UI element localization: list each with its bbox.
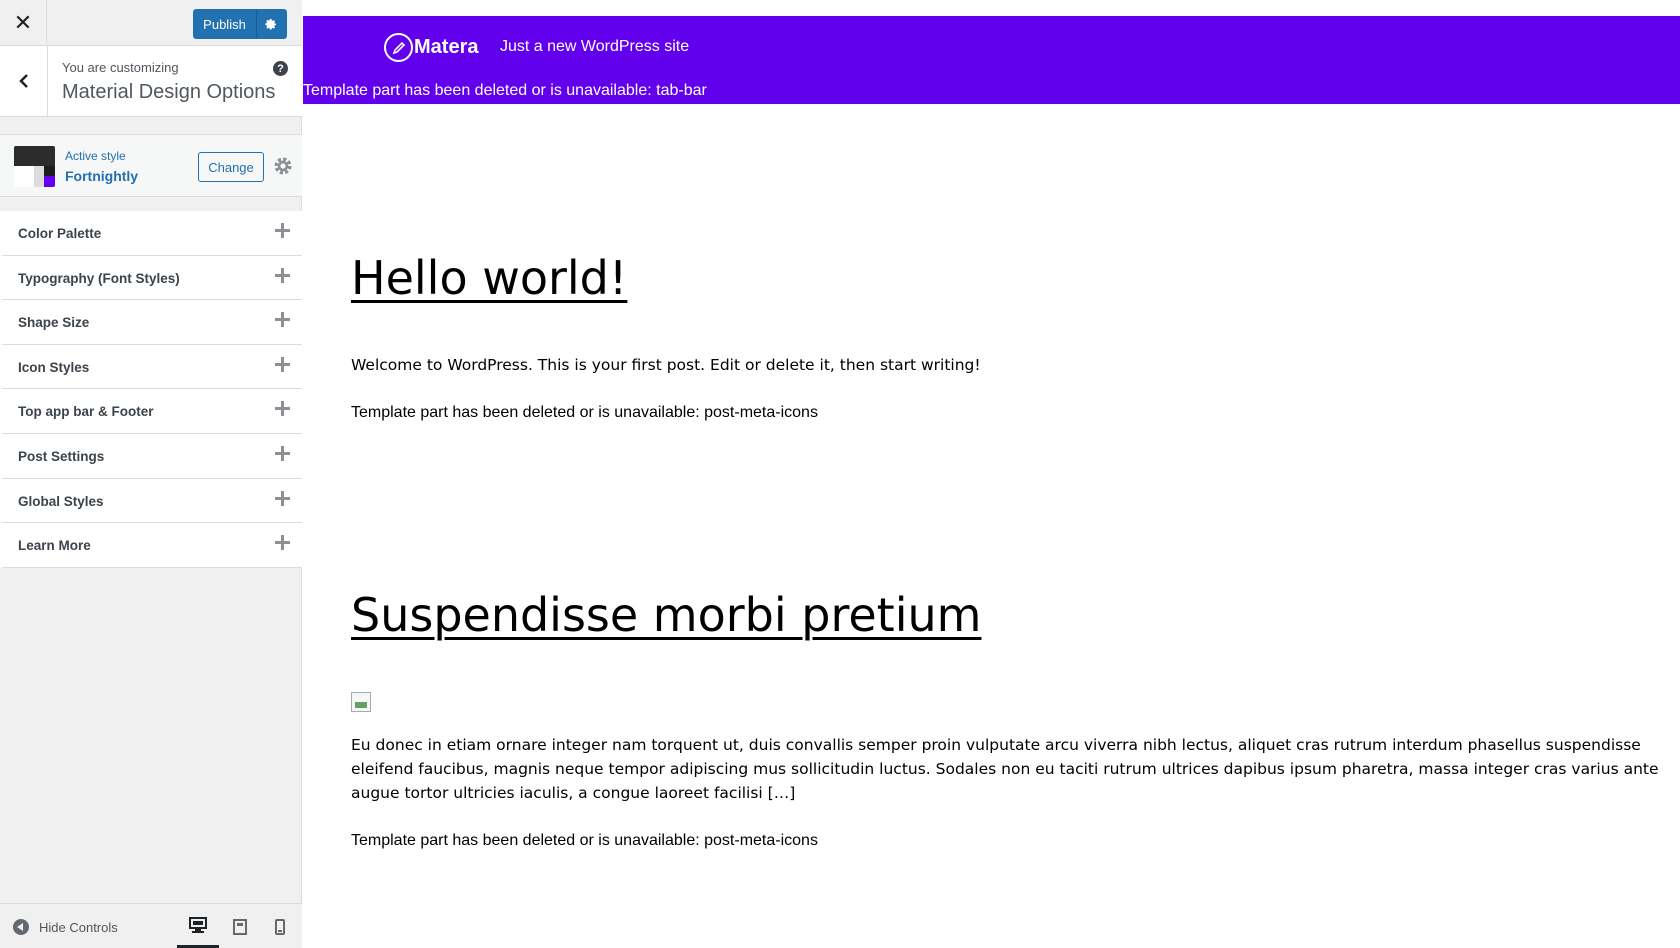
site-preview: Matera Just a new WordPress site Templat…	[303, 0, 1680, 948]
section-top-app-bar-footer[interactable]: Top app bar & Footer	[0, 389, 302, 434]
style-thumbnail	[14, 146, 55, 187]
chevron-left-icon	[18, 74, 28, 88]
style-settings-gear-icon[interactable]	[273, 156, 293, 176]
section-shape-size[interactable]: Shape Size	[0, 300, 302, 345]
site-tagline: Just a new WordPress site	[500, 38, 690, 55]
section-icon-styles[interactable]: Icon Styles	[0, 344, 302, 390]
section-list: Color Palette Typography (Font Styles) S…	[0, 211, 302, 568]
plus-icon	[275, 490, 290, 506]
pencil-icon	[392, 41, 405, 54]
active-style-label: Active style	[65, 149, 126, 163]
post-excerpt: Welcome to WordPress. This is your first…	[351, 356, 981, 374]
plus-icon	[275, 401, 290, 417]
plus-icon	[275, 535, 290, 551]
customizing-label: You are customizing	[62, 60, 179, 75]
section-label: Icon Styles	[18, 359, 90, 375]
publish-settings-button[interactable]	[256, 9, 287, 39]
section-label: Top app bar & Footer	[18, 404, 154, 420]
publish-group: Publish	[193, 9, 287, 39]
change-style-button[interactable]: Change	[198, 152, 264, 182]
section-label: Global Styles	[18, 493, 104, 509]
customizer-app: ✕ Publish You are customizing Material D…	[0, 0, 1680, 948]
hide-controls-button[interactable]: Hide Controls	[39, 920, 118, 935]
post-meta-notice: Template part has been deleted or is una…	[351, 404, 818, 421]
post-excerpt: Eu donec in etiam ornare integer nam tor…	[351, 736, 1659, 802]
active-style-panel: Active style Fortnightly Change	[0, 134, 302, 197]
post-title[interactable]: Hello world!	[351, 251, 627, 305]
pencil-logo-icon[interactable]	[384, 33, 413, 62]
customizing-info: You are customizing Material Design Opti…	[0, 46, 302, 117]
plus-icon	[275, 267, 290, 283]
back-button[interactable]	[0, 46, 48, 116]
section-label: Typography (Font Styles)	[18, 270, 180, 286]
post-title[interactable]: Suspendisse morbi pretium	[351, 588, 981, 642]
device-tablet-button[interactable]	[219, 904, 261, 948]
plus-icon	[275, 445, 290, 461]
section-label: Color Palette	[18, 226, 102, 241]
section-label: Shape Size	[18, 315, 90, 331]
device-desktop-button[interactable]	[177, 904, 219, 948]
tab-bar-notice: Template part has been deleted or is una…	[303, 82, 707, 99]
help-icon[interactable]: ?	[273, 61, 288, 76]
tablet-icon	[233, 918, 247, 935]
plus-icon	[275, 223, 290, 238]
section-post-settings[interactable]: Post Settings	[0, 433, 302, 479]
section-typography[interactable]: Typography (Font Styles)	[0, 255, 302, 301]
gear-icon	[265, 18, 276, 29]
collapse-arrow-icon[interactable]	[13, 919, 29, 935]
section-label: Learn More	[18, 538, 91, 554]
customizer-topbar: ✕ Publish	[0, 0, 302, 46]
site-header: Matera Just a new WordPress site Templat…	[303, 16, 1680, 104]
site-name[interactable]: Matera	[414, 36, 478, 59]
broken-image-icon[interactable]	[351, 692, 371, 712]
panel-title: Material Design Options	[62, 81, 276, 103]
close-icon[interactable]: ✕	[0, 0, 47, 46]
section-learn-more[interactable]: Learn More	[0, 523, 302, 568]
mobile-icon	[275, 918, 285, 935]
customizer-sidebar: ✕ Publish You are customizing Material D…	[0, 0, 302, 948]
desktop-icon	[189, 916, 207, 933]
post-meta-notice: Template part has been deleted or is una…	[351, 832, 818, 849]
publish-button[interactable]: Publish	[193, 9, 256, 39]
device-mobile-button[interactable]	[259, 904, 301, 948]
customizer-footer: Hide Controls	[0, 903, 302, 948]
active-style-name: Fortnightly	[65, 168, 139, 184]
section-global-styles[interactable]: Global Styles	[0, 478, 302, 524]
section-label: Post Settings	[18, 448, 105, 464]
section-color-palette[interactable]: Color Palette	[0, 211, 302, 256]
plus-icon	[275, 312, 290, 328]
plus-icon	[275, 356, 290, 372]
